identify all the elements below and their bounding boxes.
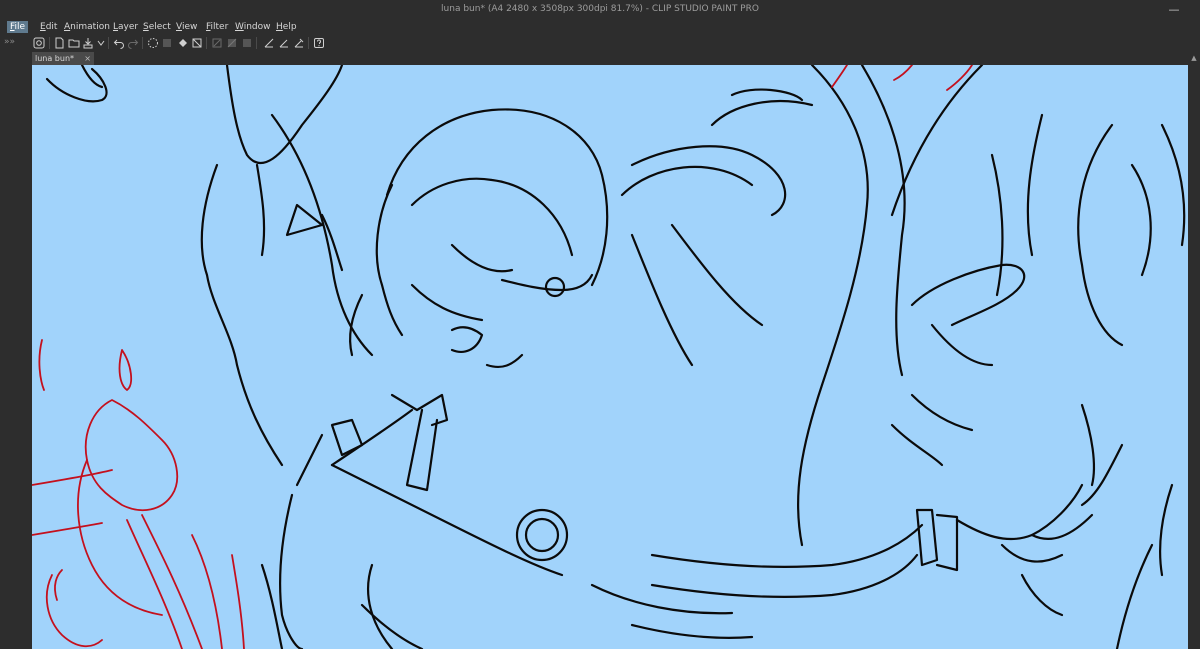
window-title: luna bun* (A4 2480 x 3508px 300dpi 81.7%… (441, 4, 759, 14)
menu-filter-label: ilter (210, 22, 229, 32)
menu-select[interactable]: Select (140, 21, 174, 33)
menu-layer-label: ayer (118, 22, 139, 32)
menu-view-label: iew (181, 22, 198, 32)
save-icon[interactable] (81, 36, 94, 49)
export-icon[interactable] (94, 36, 107, 49)
menu-layer[interactable]: Layer (110, 21, 141, 33)
snap-grid-icon[interactable] (292, 36, 305, 49)
layer-icon[interactable] (240, 36, 253, 49)
clip-studio-icon[interactable] (32, 36, 45, 49)
invert-selection-icon[interactable] (210, 36, 223, 49)
clear-icon[interactable] (146, 36, 159, 49)
document-tab-label: luna bun* (35, 54, 75, 63)
document-tab-bar: luna bun* × (32, 52, 1188, 65)
deselect-icon[interactable] (190, 36, 203, 49)
title-bar: luna bun* (A4 2480 x 3508px 300dpi 81.7%… (0, 0, 1200, 20)
expand-palette-icon[interactable]: »» (4, 37, 15, 47)
drawing-canvas[interactable] (32, 65, 1188, 649)
menu-help-accel: H (276, 22, 283, 32)
menu-view[interactable]: View (173, 21, 200, 33)
snap-ruler-icon[interactable] (277, 36, 290, 49)
show-selection-icon[interactable] (225, 36, 238, 49)
ruler-icon[interactable] (262, 36, 275, 49)
menu-file[interactable]: File (7, 21, 29, 33)
menu-animation[interactable]: Animation (61, 21, 113, 33)
menu-window[interactable]: Window (232, 21, 274, 33)
new-icon[interactable] (53, 36, 66, 49)
close-tab-icon[interactable]: × (84, 52, 91, 65)
menu-window-accel: W (235, 22, 244, 32)
menu-edit[interactable]: Edit (37, 21, 60, 33)
menu-animation-label: nimation (70, 22, 110, 32)
command-bar (0, 34, 1200, 53)
document-tab[interactable]: luna bun* × (32, 52, 94, 65)
open-icon[interactable] (67, 36, 80, 49)
left-dock (0, 52, 32, 649)
fill-icon[interactable] (160, 36, 173, 49)
undo-icon[interactable] (112, 36, 125, 49)
scroll-up-icon[interactable]: ▲ (1188, 53, 1200, 64)
vertical-scrollbar[interactable]: ▲ (1188, 52, 1200, 649)
menu-help[interactable]: Help (273, 21, 300, 33)
minimize-button[interactable]: — (1166, 2, 1182, 16)
help-icon[interactable] (312, 36, 325, 49)
menu-edit-label: dit (45, 22, 58, 32)
menu-filter[interactable]: Filter (203, 21, 231, 33)
menu-window-label: indow (243, 22, 271, 32)
transform-icon[interactable] (176, 36, 189, 49)
menu-file-label: ile (14, 22, 26, 32)
menu-bar: File Edit Animation Layer Select View Fi… (0, 20, 1200, 34)
line-art (32, 65, 1186, 649)
redo-icon[interactable] (126, 36, 139, 49)
menu-help-label: elp (282, 22, 297, 32)
menu-select-label: elect (148, 22, 171, 32)
